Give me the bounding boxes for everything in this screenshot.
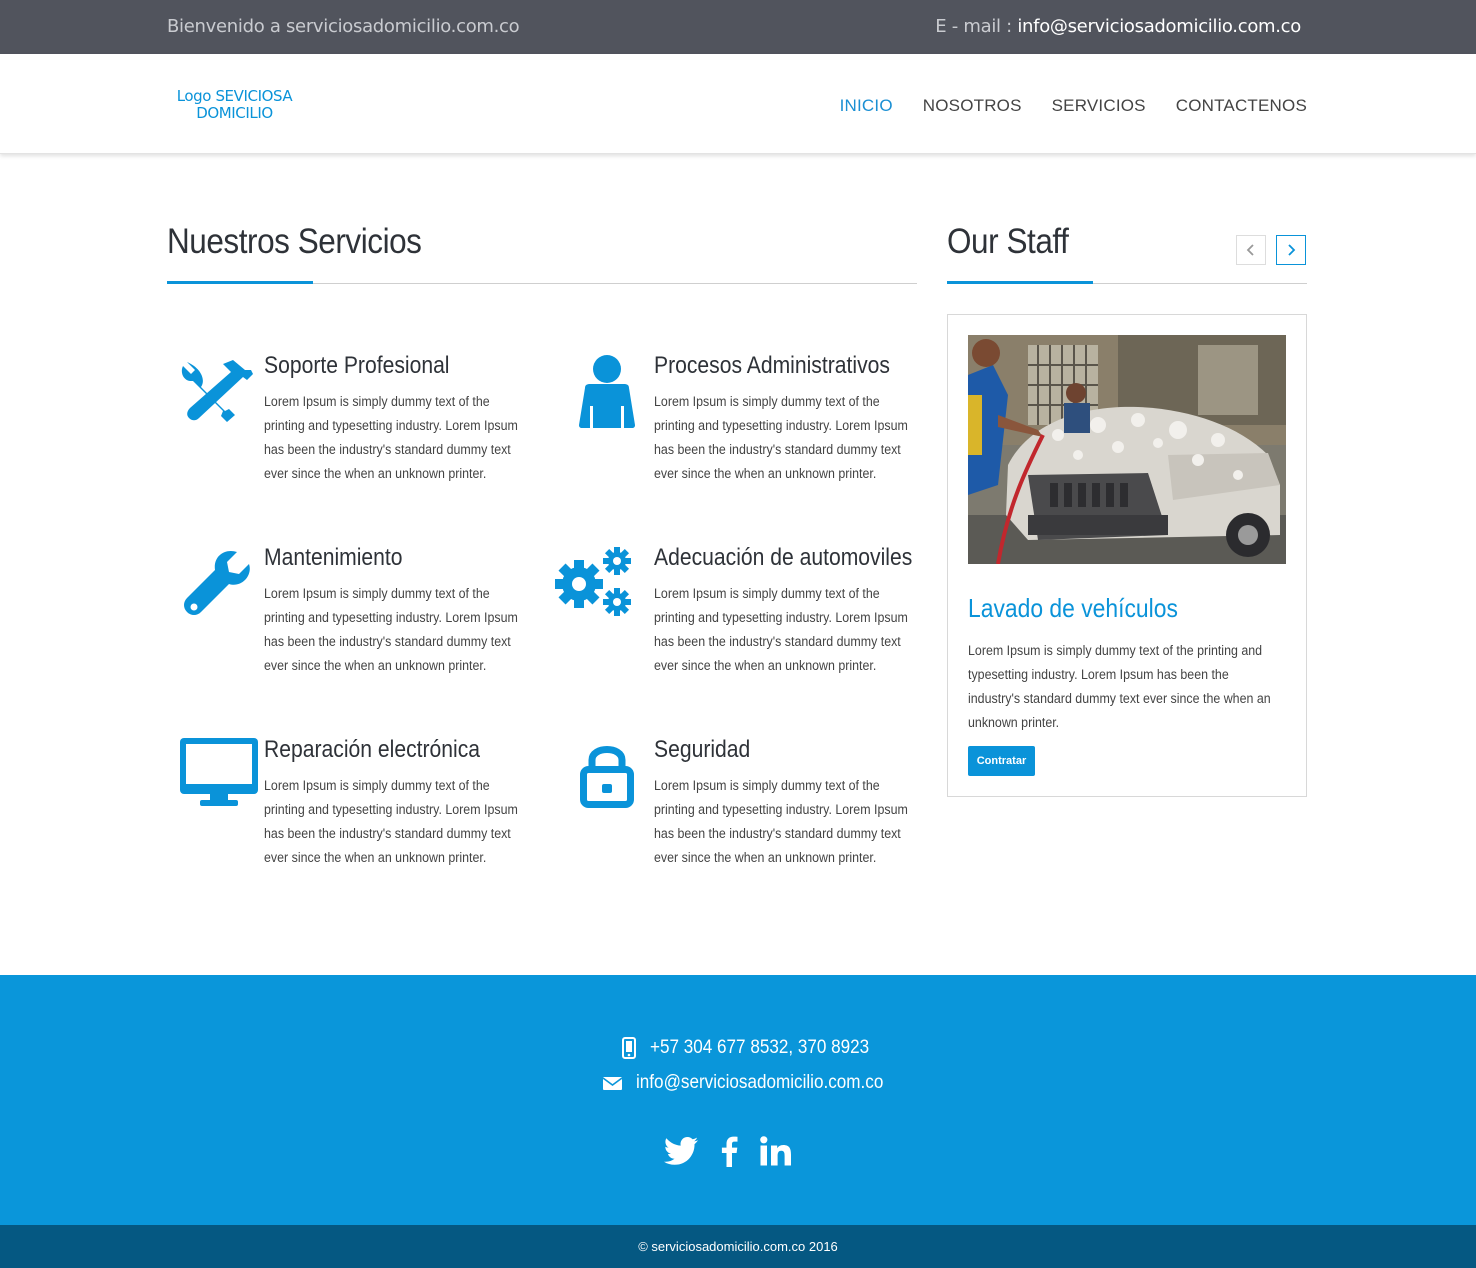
copyright-text: © serviciosadomicilio.com.co 2016 bbox=[638, 1239, 838, 1254]
logo-line-2: DOMICILIO bbox=[196, 104, 273, 122]
services-divider-accent bbox=[167, 281, 313, 284]
nav-contactenos[interactable]: CONTACTENOS bbox=[1176, 96, 1307, 116]
service-text: Lorem Ipsum is simply dummy text of the … bbox=[264, 778, 518, 865]
footer-email-text[interactable]: info@serviciosadomicilio.com.co bbox=[636, 1072, 883, 1094]
nav-nosotros[interactable]: NOSOTROS bbox=[923, 96, 1022, 116]
footer: +57 304 677 8532, 370 8923 info@servicio… bbox=[0, 975, 1476, 1225]
staff-card: Lavado de vehículos Lorem Ipsum is simpl… bbox=[947, 314, 1307, 797]
staff-title: Our Staff bbox=[947, 222, 1069, 261]
service-title: Procesos Administrativos bbox=[654, 352, 890, 379]
chevron-right-icon bbox=[1288, 244, 1296, 256]
user-icon bbox=[579, 354, 659, 434]
wrench-icon bbox=[183, 550, 263, 630]
contratar-button[interactable]: Contratar bbox=[968, 746, 1035, 776]
service-text: Lorem Ipsum is simply dummy text of the … bbox=[264, 586, 518, 673]
footer-email: info@serviciosadomicilio.com.co bbox=[603, 1072, 911, 1094]
welcome-text: Bienvenido a serviciosadomicilio.com.co bbox=[167, 16, 520, 37]
envelope-icon bbox=[603, 1076, 622, 1090]
service-title: Reparación electrónica bbox=[264, 736, 481, 763]
facebook-icon[interactable] bbox=[720, 1135, 738, 1167]
service-text: Lorem Ipsum is simply dummy text of the … bbox=[654, 586, 908, 673]
linkedin-icon[interactable] bbox=[760, 1136, 792, 1166]
staff-divider-accent bbox=[947, 281, 1093, 284]
staff-card-text: Lorem Ipsum is simply dummy text of the … bbox=[968, 643, 1271, 730]
copyright-bar: © serviciosadomicilio.com.co 2016 bbox=[0, 1225, 1476, 1268]
email-label: E - mail : bbox=[935, 16, 1018, 37]
logo-line-1: Logo SEVICIOSA bbox=[176, 87, 293, 105]
mobile-phone-icon bbox=[622, 1037, 636, 1059]
nav-inicio[interactable]: INICIO bbox=[840, 96, 893, 116]
service-text: Lorem Ipsum is simply dummy text of the … bbox=[654, 394, 908, 481]
service-title: Soporte Profesional bbox=[264, 352, 450, 379]
service-title: Adecuación de automoviles bbox=[654, 544, 913, 571]
footer-phone-text: +57 304 677 8532, 370 8923 bbox=[650, 1037, 870, 1058]
service-title: Mantenimiento bbox=[264, 544, 403, 571]
site-header: Logo SEVICIOSA DOMICILIO INICIO NOSOTROS… bbox=[0, 54, 1476, 154]
gears-icon bbox=[555, 546, 635, 626]
twitter-icon[interactable] bbox=[664, 1137, 698, 1165]
chevron-left-icon bbox=[1246, 244, 1254, 256]
services-title: Nuestros Servicios bbox=[167, 222, 422, 261]
social-links bbox=[664, 1135, 792, 1167]
nav-servicios[interactable]: SERVICIOS bbox=[1052, 96, 1146, 116]
top-bar: Bienvenido a serviciosadomicilio.com.co … bbox=[0, 0, 1476, 54]
service-title: Seguridad bbox=[654, 736, 751, 763]
lock-icon bbox=[580, 740, 660, 820]
monitor-icon bbox=[180, 738, 260, 818]
logo[interactable]: Logo SEVICIOSA DOMICILIO bbox=[172, 88, 297, 122]
topbar-email-link[interactable]: info@serviciosadomicilio.com.co bbox=[1017, 16, 1301, 37]
staff-card-title: Lavado de vehículos bbox=[968, 593, 1178, 623]
main-nav: INICIO NOSOTROS SERVICIOS CONTACTENOS bbox=[840, 96, 1307, 116]
tools-icon bbox=[181, 360, 261, 440]
topbar-email: E - mail : info@serviciosadomicilio.com.… bbox=[935, 16, 1301, 37]
service-text: Lorem Ipsum is simply dummy text of the … bbox=[264, 394, 518, 481]
service-text: Lorem Ipsum is simply dummy text of the … bbox=[654, 778, 908, 865]
car-wash-photo bbox=[968, 335, 1286, 564]
carousel-prev-button[interactable] bbox=[1236, 235, 1266, 265]
footer-phone: +57 304 677 8532, 370 8923 bbox=[622, 1037, 894, 1059]
carousel-next-button[interactable] bbox=[1276, 235, 1306, 265]
